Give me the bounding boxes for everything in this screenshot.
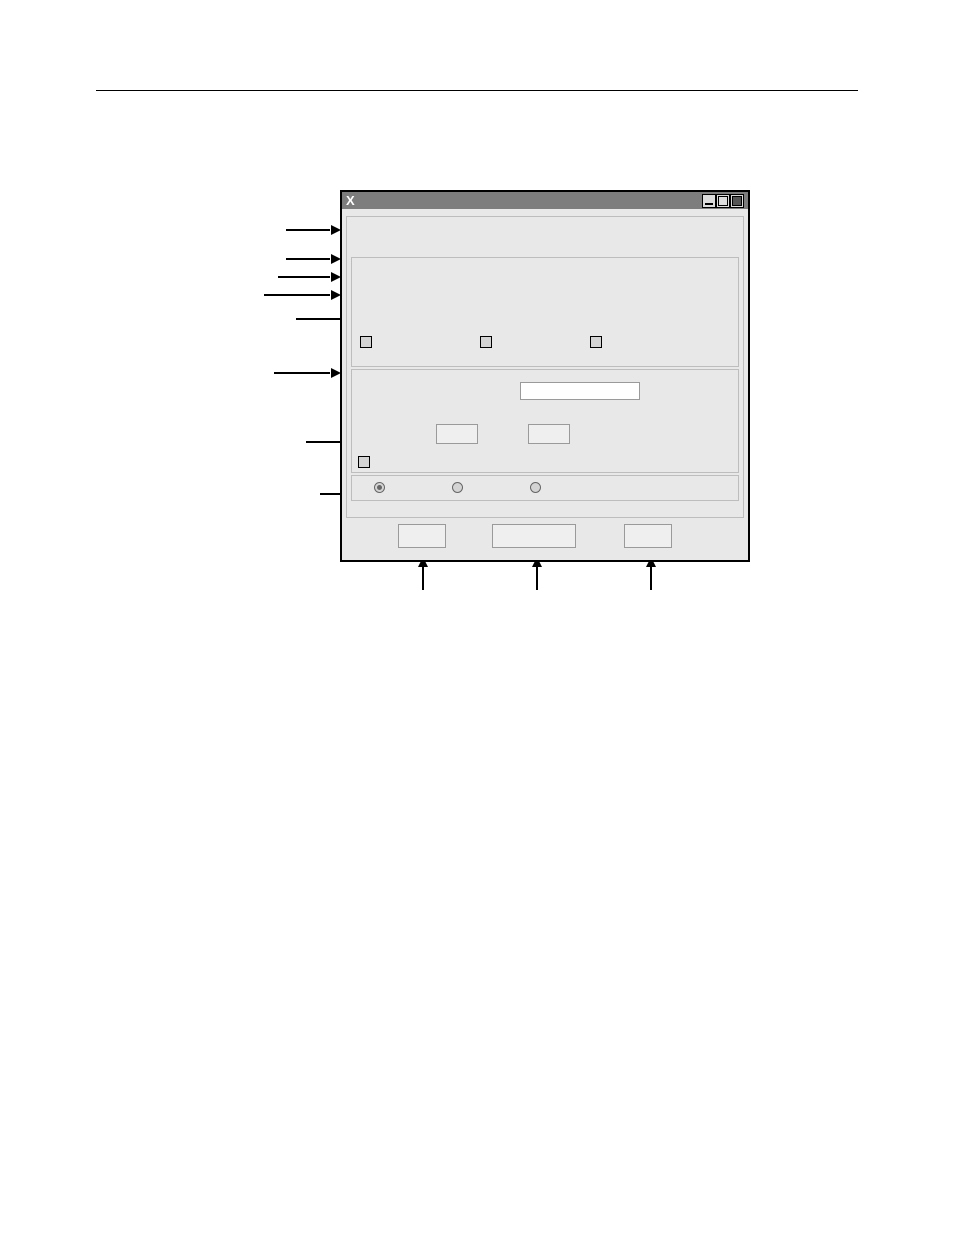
action-button-3[interactable] bbox=[624, 524, 672, 548]
checkbox-2[interactable] bbox=[480, 336, 492, 348]
checkbox-4[interactable] bbox=[358, 456, 370, 468]
button-bar bbox=[342, 524, 748, 554]
checkbox-3[interactable] bbox=[590, 336, 602, 348]
callout-arrow-button-3 bbox=[646, 558, 656, 590]
callout-arrow-button-2 bbox=[532, 558, 542, 590]
groupbox-3 bbox=[351, 475, 739, 501]
action-button-1[interactable] bbox=[398, 524, 446, 548]
callout-arrow-3 bbox=[278, 272, 340, 282]
action-button-2[interactable] bbox=[492, 524, 576, 548]
radio-option-1[interactable] bbox=[374, 482, 385, 493]
checkbox-1[interactable] bbox=[360, 336, 372, 348]
application-window: X bbox=[340, 190, 750, 562]
callout-arrow-button-1 bbox=[418, 558, 428, 590]
minimize-button[interactable] bbox=[702, 194, 716, 208]
radio-option-3[interactable] bbox=[530, 482, 541, 493]
numeric-input-1[interactable] bbox=[436, 424, 478, 444]
page-rule bbox=[96, 90, 858, 91]
groupbox-1 bbox=[351, 257, 739, 367]
close-button[interactable] bbox=[730, 194, 744, 208]
document-page: X bbox=[0, 0, 954, 1235]
callout-arrow-2 bbox=[286, 254, 340, 264]
radio-option-2[interactable] bbox=[452, 482, 463, 493]
window-titlebar[interactable]: X bbox=[342, 192, 748, 209]
client-area bbox=[346, 216, 744, 518]
maximize-button[interactable] bbox=[716, 194, 730, 208]
text-input[interactable] bbox=[520, 382, 640, 400]
groupbox-2 bbox=[351, 369, 739, 473]
callout-arrow-6 bbox=[274, 368, 340, 378]
callout-arrow-4 bbox=[264, 290, 340, 300]
callout-arrow-1 bbox=[286, 225, 340, 235]
system-menu-icon[interactable]: X bbox=[346, 192, 355, 209]
numeric-input-2[interactable] bbox=[528, 424, 570, 444]
